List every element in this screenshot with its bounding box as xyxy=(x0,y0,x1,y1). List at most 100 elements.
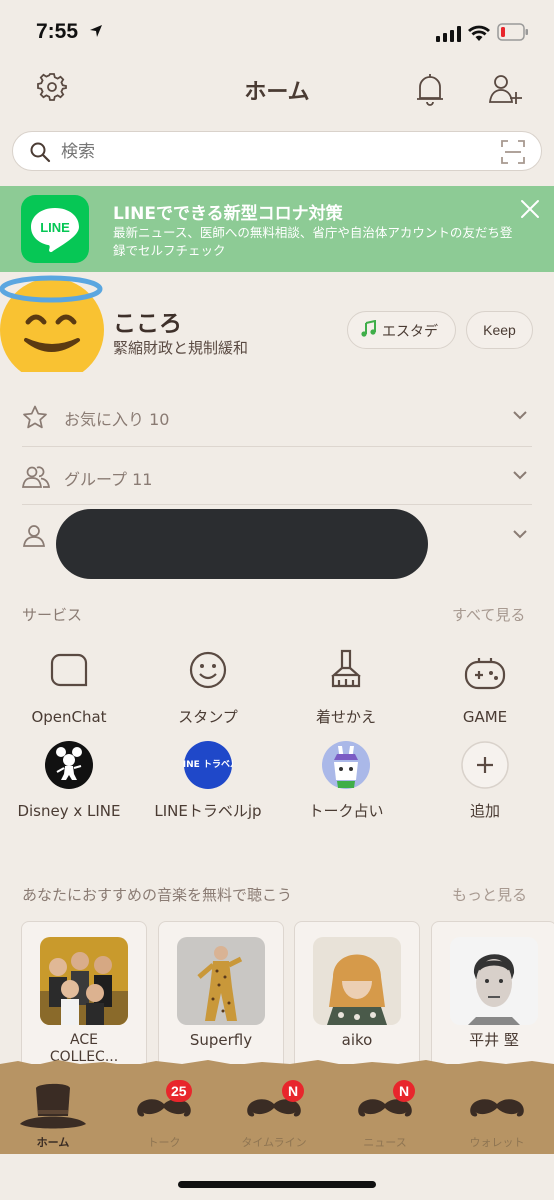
bottom-tab-bar: ホーム 25 トーク N タイムライン N ニュース ウォレット xyxy=(0,1060,554,1154)
service-label: Disney x LINE xyxy=(17,802,121,820)
add-friend-icon xyxy=(488,75,522,104)
chevron-down-icon xyxy=(513,471,527,480)
profile-name[interactable]: こころ xyxy=(113,304,182,338)
service-label: GAME xyxy=(462,708,508,726)
star-icon xyxy=(23,405,47,429)
music-artist-card[interactable]: aiko xyxy=(294,921,420,1071)
tab-talk[interactable]: 25 トーク xyxy=(114,1078,214,1152)
tab-timeline[interactable]: N タイムライン xyxy=(224,1078,324,1152)
music-artist-card[interactable]: ACE COLLEC... xyxy=(21,921,147,1071)
favorites-label: お気に入り 10 xyxy=(64,410,170,429)
bottom-safe-area xyxy=(0,1154,554,1200)
covid-banner[interactable]: LINE LINEでできる新型コロナ対策 最新ニュース、医師への無料相談、省庁や… xyxy=(0,186,554,272)
music-artist-card[interactable]: 平井 堅 xyxy=(431,921,554,1071)
service-openchat[interactable]: OpenChat xyxy=(9,646,129,727)
music-see-more-link[interactable]: もっと見る xyxy=(452,884,527,905)
tab-label: タイムライン xyxy=(241,1136,307,1149)
groups-row[interactable]: グループ 11 xyxy=(22,447,532,505)
artist-name: 平井 堅 xyxy=(469,1031,519,1049)
line-travel-icon: LINE トラベル xyxy=(177,741,239,789)
tab-label: トーク xyxy=(147,1136,181,1149)
page-title: ホーム xyxy=(244,80,310,105)
plus-icon xyxy=(461,741,509,789)
news-new-badge: N xyxy=(393,1080,415,1102)
status-time: 7:55 xyxy=(36,20,79,43)
service-themes[interactable]: 着せかえ xyxy=(286,646,406,727)
home-indicator[interactable] xyxy=(178,1181,376,1188)
location-arrow-icon xyxy=(90,25,102,37)
service-add[interactable]: 追加 xyxy=(425,740,545,821)
service-line-travel[interactable]: LINE トラベル LINEトラベルjp xyxy=(148,740,268,821)
keep-button[interactable]: Keep xyxy=(466,311,533,349)
artist-photo xyxy=(313,937,401,1025)
sticker-icon xyxy=(189,651,227,689)
smiling-face-with-halo-icon xyxy=(0,275,104,382)
artist-name: Superfly xyxy=(189,1031,253,1049)
chevron-down-icon xyxy=(513,411,527,420)
tab-home[interactable]: ホーム xyxy=(3,1078,103,1152)
service-label: LINEトラベルjp xyxy=(154,802,262,820)
artist-name: aiko xyxy=(341,1031,373,1049)
search-icon xyxy=(30,142,51,163)
service-label: トーク占い xyxy=(308,802,384,820)
service-talk-fortune[interactable]: トーク占い xyxy=(286,740,406,821)
tab-label: ウォレット xyxy=(469,1136,525,1149)
service-label: 着せかえ xyxy=(315,708,376,726)
services-see-all-link[interactable]: すべて見る xyxy=(452,604,525,625)
svg-text:LINE: LINE xyxy=(40,220,70,235)
battery-low-icon xyxy=(497,23,528,41)
close-icon[interactable] xyxy=(519,198,541,220)
artist-photo xyxy=(40,937,128,1025)
mustache-wallet-icon xyxy=(470,1099,524,1117)
redacted-block xyxy=(56,509,428,579)
groups-label: グループ 11 xyxy=(64,470,153,489)
openchat-icon xyxy=(50,653,88,687)
service-label: OpenChat xyxy=(31,708,107,726)
artist-photo xyxy=(177,937,265,1025)
music-section-title: あなたにおすすめの音楽を無料で聴こう xyxy=(22,886,293,904)
divider xyxy=(22,504,532,505)
service-stickers[interactable]: スタンプ xyxy=(148,646,268,727)
torn-paper-edge xyxy=(0,1060,554,1072)
status-bar: 7:55 xyxy=(0,0,554,62)
banner-subtitle: 最新ニュース、医師への無料相談、省庁や自治体アカウントの友だち登録でセルフチェッ… xyxy=(113,225,513,258)
cellular-signal-icon xyxy=(436,26,461,42)
home-header: ホーム xyxy=(0,62,554,116)
top-hat-home-icon xyxy=(20,1083,86,1129)
svg-text:LINE トラベル: LINE トラベル xyxy=(183,759,233,770)
wifi-icon xyxy=(468,25,490,41)
artist-photo xyxy=(450,937,538,1025)
music-pill-label: エスタデ xyxy=(382,324,438,340)
game-controller-icon xyxy=(464,658,506,690)
notifications-button[interactable] xyxy=(413,70,447,108)
chevron-down-icon xyxy=(513,530,527,539)
search-input[interactable] xyxy=(61,138,481,166)
favorites-row[interactable]: お気に入り 10 xyxy=(22,387,532,445)
group-icon xyxy=(22,466,50,488)
fortune-rabbit-icon xyxy=(322,741,370,789)
music-note-icon xyxy=(361,320,376,337)
search-bar[interactable] xyxy=(12,131,542,171)
service-label: 追加 xyxy=(469,802,500,820)
music-artist-card[interactable]: Superfly xyxy=(158,921,284,1071)
talk-unread-badge: 25 xyxy=(166,1080,192,1102)
service-game[interactable]: GAME xyxy=(425,646,545,727)
profile-status-message: 緊縮財政と規制緩和 xyxy=(113,339,249,357)
service-disney[interactable]: Disney x LINE xyxy=(9,740,129,821)
banner-title: LINEでできる新型コロナ対策 xyxy=(113,204,343,224)
tab-wallet[interactable]: ウォレット xyxy=(447,1078,547,1152)
qr-scan-icon[interactable] xyxy=(501,140,525,164)
services-title: サービス xyxy=(22,606,83,624)
tab-label: ホーム xyxy=(36,1136,70,1149)
profile-music-button[interactable]: エスタデ xyxy=(347,311,456,349)
bell-icon xyxy=(417,74,443,106)
disney-mickey-icon xyxy=(45,741,93,789)
service-label: スタンプ xyxy=(178,708,238,726)
person-icon xyxy=(23,525,45,547)
theme-brush-icon xyxy=(331,649,361,688)
add-friend-button[interactable] xyxy=(488,70,524,108)
tab-news[interactable]: N ニュース xyxy=(335,1078,435,1152)
avatar[interactable] xyxy=(0,272,110,382)
line-logo: LINE xyxy=(21,195,89,263)
timeline-new-badge: N xyxy=(282,1080,304,1102)
